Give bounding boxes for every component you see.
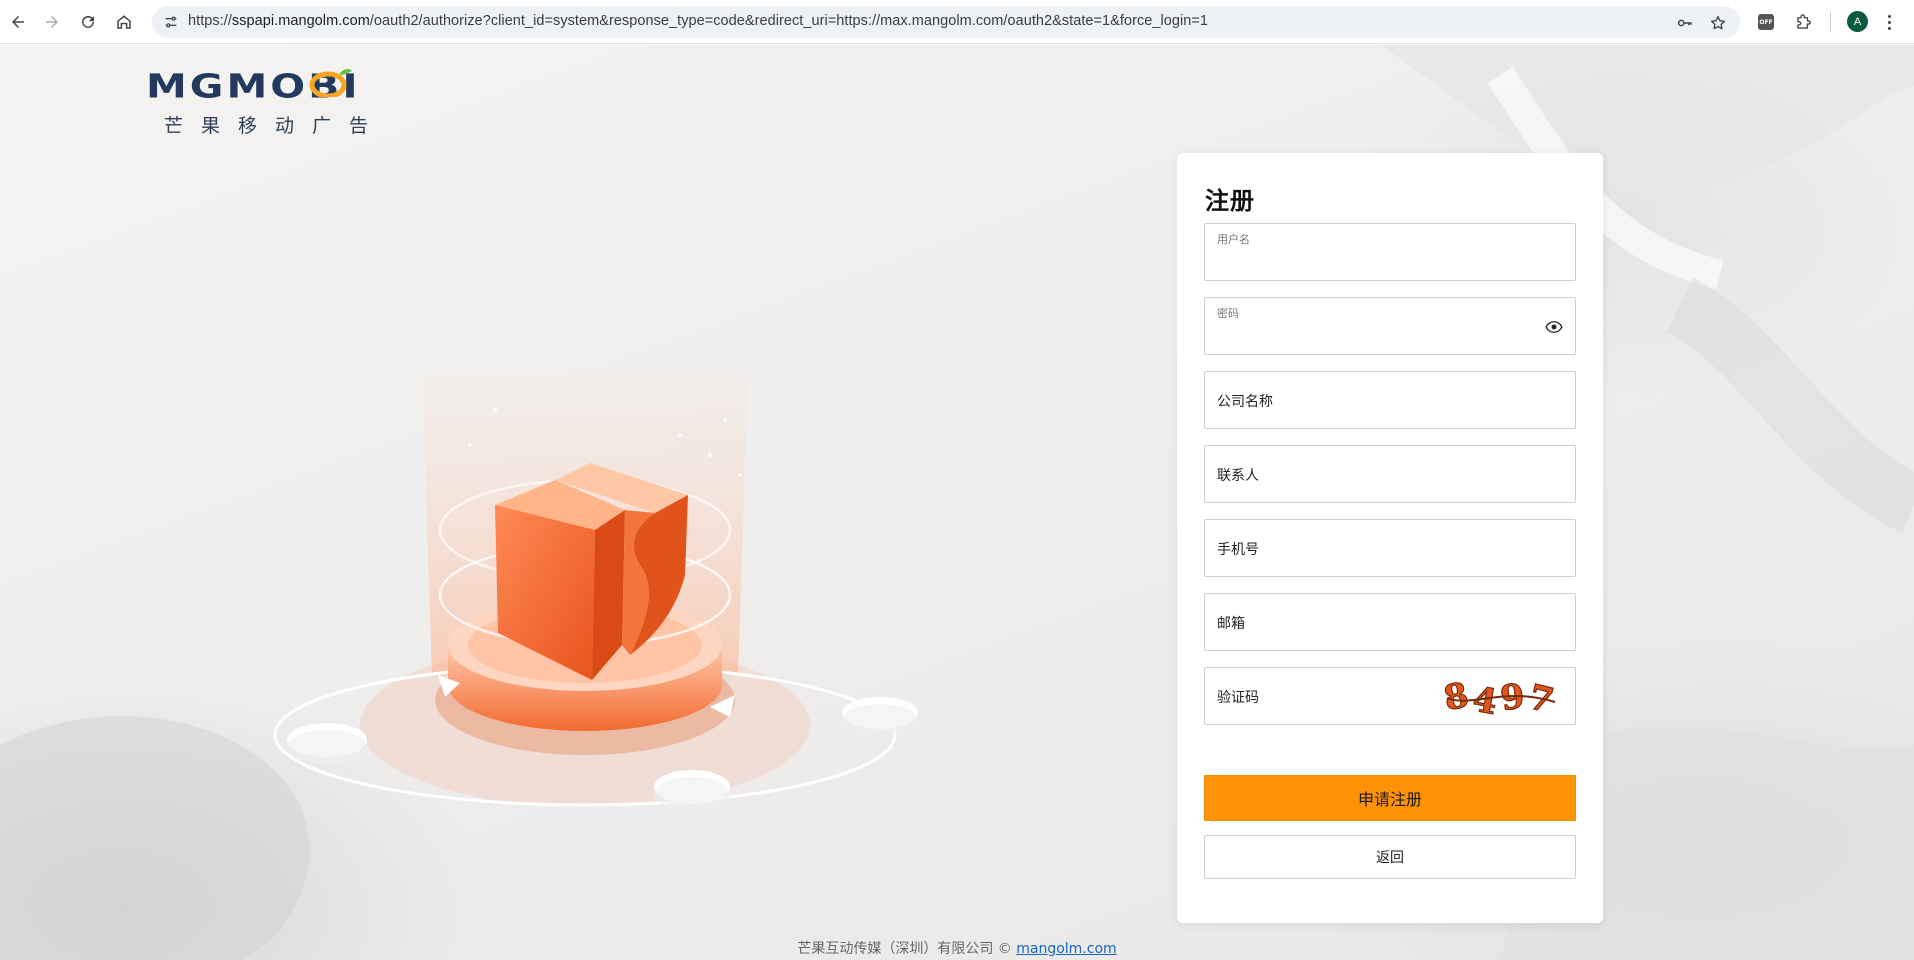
forward-button[interactable] (38, 8, 66, 36)
hero-illustration (273, 375, 918, 811)
address-bar[interactable]: https://sspapi.mangolm.com/oauth2/author… (152, 6, 1740, 38)
key-icon[interactable] (1674, 12, 1696, 34)
url-text[interactable]: https://sspapi.mangolm.com/oauth2/author… (188, 13, 1208, 29)
password-field[interactable]: 密码 (1204, 297, 1576, 355)
captcha-placeholder: 验证码 (1217, 690, 1259, 706)
bookmark-star-icon[interactable] (1707, 12, 1729, 34)
home-icon (117, 15, 131, 29)
captcha-field[interactable]: 验证码 8 4 9 7 (1204, 667, 1576, 725)
captcha-image[interactable]: 8 4 9 7 (1443, 676, 1561, 718)
back-button[interactable] (4, 8, 32, 36)
phone-field[interactable]: 手机号 (1204, 519, 1576, 577)
mango-icon (309, 68, 352, 97)
browser-menu-icon[interactable] (1884, 11, 1894, 33)
back-button[interactable]: 返回 (1204, 835, 1576, 879)
email-field[interactable]: 邮箱 (1204, 593, 1576, 651)
page-background: MGMOBI 芒果移动广告 注册 用户名 密码 公司名称 联系人 手机号 邮箱 … (0, 45, 1914, 960)
eye-icon[interactable] (1545, 318, 1563, 336)
company-placeholder: 公司名称 (1217, 394, 1273, 410)
site-info-icon[interactable] (160, 11, 182, 33)
phone-placeholder: 手机号 (1217, 542, 1259, 558)
arrow-right-icon (46, 16, 58, 28)
form-title: 注册 (1205, 187, 1255, 215)
extensions-puzzle-icon[interactable] (1792, 11, 1814, 33)
extension-off-icon[interactable]: OFF (1758, 14, 1774, 30)
reload-icon (82, 15, 94, 28)
brand-logo: MGMOBI 芒果移动广告 (146, 67, 412, 137)
home-button[interactable] (110, 8, 138, 36)
submit-register-button[interactable]: 申请注册 (1204, 775, 1576, 821)
reload-button[interactable] (74, 8, 102, 36)
contact-placeholder: 联系人 (1217, 468, 1259, 484)
username-label: 用户名 (1217, 233, 1250, 246)
password-input[interactable] (1217, 320, 1547, 346)
submit-register-label: 申请注册 (1357, 790, 1422, 809)
register-form: 注册 用户名 密码 公司名称 联系人 手机号 邮箱 验证码 8 4 9 7 申请… (1177, 153, 1603, 923)
footer: 芒果互动传媒（深圳）有限公司 © mangolm.com (0, 938, 1914, 958)
toolbar-divider (1830, 12, 1831, 32)
profile-avatar[interactable]: A (1847, 11, 1868, 32)
username-input[interactable] (1217, 246, 1547, 272)
arrow-left-icon (12, 16, 24, 28)
password-label: 密码 (1217, 307, 1239, 320)
url-prefix: https:// (188, 13, 232, 29)
extension-off-label: OFF (1759, 18, 1773, 26)
footer-link[interactable]: mangolm.com (1016, 941, 1116, 957)
url-path: /oauth2/authorize?client_id=system&respo… (369, 13, 1209, 29)
profile-initial: A (1853, 15, 1862, 28)
back-label: 返回 (1376, 850, 1404, 866)
email-placeholder: 邮箱 (1217, 616, 1245, 632)
footer-copyright: 芒果互动传媒（深圳）有限公司 © (797, 941, 1017, 957)
url-host: sspapi.mangolm.com (231, 13, 370, 29)
logo-subtitle: 芒果移动广告 (164, 115, 387, 137)
captcha-char-1: 8 (1443, 676, 1472, 718)
username-field[interactable]: 用户名 (1204, 223, 1576, 281)
contact-field[interactable]: 联系人 (1204, 445, 1576, 503)
company-field[interactable]: 公司名称 (1204, 371, 1576, 429)
browser-toolbar: https://sspapi.mangolm.com/oauth2/author… (0, 0, 1914, 44)
